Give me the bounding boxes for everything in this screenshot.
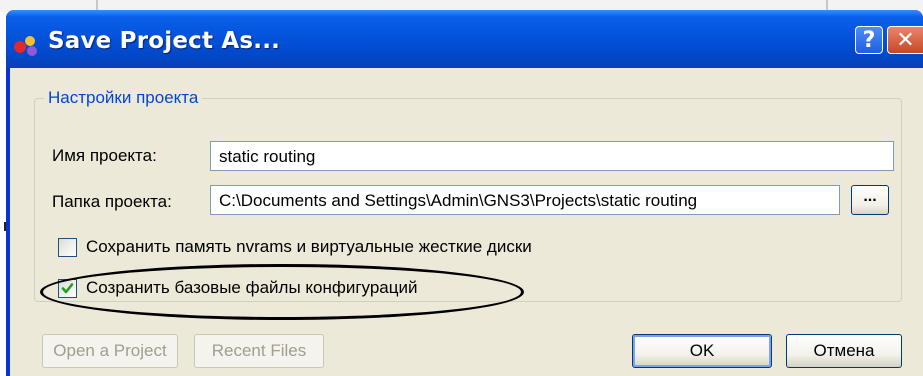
close-icon: ✕ (896, 27, 915, 53)
project-name-input[interactable]: static routing (210, 141, 894, 171)
dialog-body: Настройки проекта Имя проекта: static ro… (10, 68, 923, 376)
cancel-button[interactable]: Отмена (786, 334, 902, 368)
dialog-title: Save Project As... (48, 28, 281, 54)
help-button[interactable]: ? (855, 26, 883, 54)
browse-folder-button[interactable]: ... (851, 185, 889, 215)
background-mark (96, 0, 98, 10)
group-title: Настройки проекта (44, 88, 203, 108)
save-project-dialog: Save Project As... ? ✕ Настройки проекта… (6, 10, 923, 376)
open-project-button[interactable]: Open a Project (42, 334, 178, 368)
title-bar[interactable]: Save Project As... ? ✕ (6, 10, 923, 68)
close-button[interactable]: ✕ (887, 26, 923, 54)
background-mark (826, 0, 828, 10)
help-icon: ? (862, 27, 876, 53)
project-folder-label: Папка проекта: (52, 192, 172, 211)
project-name-label: Имя проекта: (52, 146, 157, 165)
highlight-ellipse (40, 264, 524, 320)
ok-button[interactable]: OK (632, 334, 772, 368)
project-folder-input[interactable]: C:\Documents and Settings\Admin\GNS3\Pro… (210, 185, 840, 215)
recent-files-button[interactable]: Recent Files (194, 334, 324, 368)
save-nvrams-label: Сохранить память nvrams и виртуальные же… (86, 237, 532, 256)
save-nvrams-checkbox[interactable] (58, 238, 77, 257)
gns3-app-icon (14, 36, 37, 56)
